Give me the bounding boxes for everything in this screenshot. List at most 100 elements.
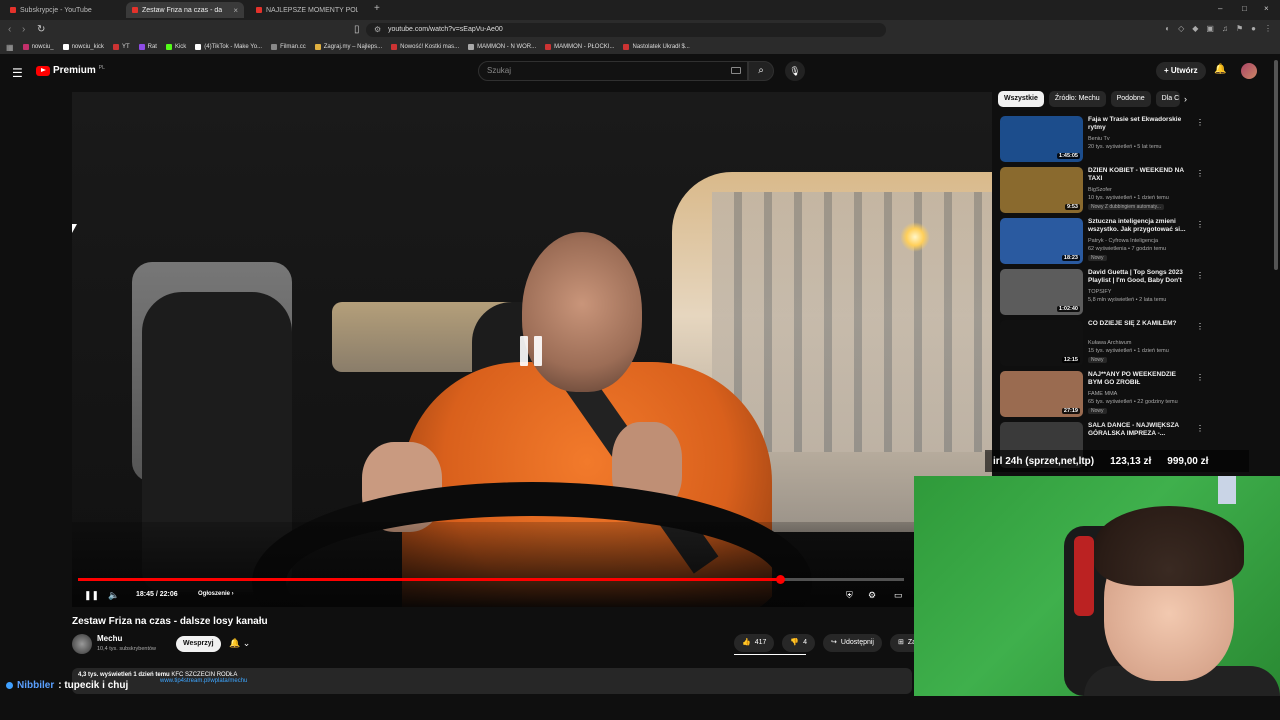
bookmark-item[interactable]: nowciu_ — [22, 44, 54, 50]
recommendation-item[interactable]: 1:02:40 David Guetta | Top Songs 2023 Pla… — [1000, 267, 1210, 318]
recommendation-title[interactable]: SALA DANCE - NAJWIĘKSZA GÓRALSKA IMPREZA… — [1088, 422, 1186, 438]
recommendation-item[interactable]: 27:19 NAJ**ANY PO WEEKENDZIE BYM GO ZROBI… — [1000, 369, 1210, 420]
voice-search-button[interactable]: 🎙 — [785, 61, 805, 81]
chip-for-you[interactable]: Dla C — [1155, 91, 1180, 107]
search-button[interactable]: ⌕ — [748, 61, 774, 81]
tab-current-video[interactable]: Zestaw Friza na czas - dalsze × — [126, 2, 244, 18]
recommendation-item[interactable]: 18:23 Sztuczna inteligencja zmieni wszyst… — [1000, 216, 1210, 267]
address-bar[interactable]: ⚙ youtube.com/watch?v=sEapVu-Ae00 — [366, 23, 886, 37]
search-input[interactable]: Szukaj — [478, 61, 748, 81]
tab-best-moments[interactable]: NAJLEPSZE MOMENTY POLSKIEGO — [250, 2, 368, 18]
bookmark-item[interactable]: Kick — [165, 44, 186, 50]
video-thumbnail[interactable]: 12:15 — [1000, 320, 1083, 366]
chip-related[interactable]: Podobne — [1110, 91, 1151, 107]
pause-overlay-icon[interactable] — [520, 336, 544, 366]
more-options-icon[interactable]: ⋮ — [1196, 424, 1204, 433]
bookmark-item[interactable]: MAMMON - PŁOCKI... — [545, 44, 614, 50]
recommendation-item[interactable]: 1:45:05 Faja w Trasie set Ekwadorskie ryt… — [1000, 114, 1210, 165]
extension-icon[interactable]: ◇ — [1178, 24, 1184, 33]
extension-icon[interactable]: ⚑ — [1236, 24, 1243, 33]
apps-icon[interactable]: ▦ — [6, 43, 14, 52]
bookmark-item[interactable]: Nowość! Kostki mas... — [391, 44, 459, 50]
recommendation-title[interactable]: Faja w Trasie set Ekwadorskie rytmy — [1088, 116, 1186, 132]
share-button[interactable]: ↪ Udostępnij — [823, 634, 882, 652]
ad-label-button[interactable]: Ogłoszenie › — [198, 591, 234, 597]
recommendation-channel[interactable]: BigSzofer — [1088, 187, 1112, 193]
recommendation-item[interactable]: 12:15 CO DZIEJE SIĘ Z KAMILEM? Kuława Arch… — [1000, 318, 1210, 369]
more-options-icon[interactable]: ⋮ — [1196, 169, 1204, 178]
bookmark-item[interactable]: Nastolatek Ukradł $... — [623, 44, 690, 50]
recommendation-channel[interactable]: Beniu Tv — [1088, 136, 1110, 142]
miniplayer-icon[interactable]: ▭ — [894, 590, 903, 601]
reload-icon[interactable]: ↻ — [37, 24, 45, 35]
bookmark-item[interactable]: Zagraj.my – Najleps... — [314, 44, 382, 50]
recommendation-channel[interactable]: Kuława Archiwum — [1088, 340, 1131, 346]
support-button[interactable]: Wesprzyj — [176, 636, 221, 652]
video-thumbnail[interactable]: 18:23 — [1000, 218, 1083, 264]
forward-icon[interactable]: › — [22, 24, 25, 35]
recommendation-title[interactable]: CO DZIEJE SIĘ Z KAMILEM? — [1088, 320, 1186, 328]
bookmark-item[interactable]: MAMMON - N WOR... — [468, 44, 536, 50]
maximize-icon[interactable]: □ — [1242, 4, 1247, 13]
more-options-icon[interactable]: ⋮ — [1196, 322, 1204, 331]
extension-icon[interactable]: ⋮ — [1264, 24, 1272, 33]
video-player[interactable]: ❚❚ 🔈 18:45 / 22:06 Ogłoszenie › ⛨ ⚙ ▭ — [72, 92, 992, 607]
extension-icon[interactable]: ◐ — [1165, 24, 1170, 33]
channel-avatar[interactable] — [72, 634, 92, 654]
chip-from-channel[interactable]: Źródło: Mechu — [1048, 91, 1106, 107]
like-button[interactable]: 👍 417 — [734, 634, 775, 652]
sponsorblock-icon[interactable]: ⛨ — [846, 590, 853, 601]
recommendation-channel[interactable]: FAME MMA — [1088, 391, 1117, 397]
recommendation-title[interactable]: David Guetta | Top Songs 2023 Playlist |… — [1088, 269, 1186, 285]
bookmark-item[interactable]: (4)TikTok - Make Yo... — [195, 44, 262, 50]
dislike-button[interactable]: 👎 4 — [782, 634, 816, 652]
description-box[interactable]: 4,3 tys. wyświetleń 1 dzień temu KFC SZC… — [72, 668, 912, 694]
chip-all[interactable]: Wszystkie — [998, 91, 1044, 107]
bookmark-item[interactable]: Filman.cc — [271, 44, 306, 50]
video-thumbnail[interactable]: 1:02:40 — [1000, 269, 1083, 315]
recommendation-channel[interactable]: Patryk - Cyfrowa Inteligencja — [1088, 238, 1158, 244]
bookmark-item[interactable]: YT — [112, 44, 130, 50]
more-options-icon[interactable]: ⋮ — [1196, 271, 1204, 280]
close-tab-icon[interactable]: × — [233, 6, 238, 15]
volume-icon[interactable]: 🔈 — [108, 590, 119, 601]
create-button[interactable]: + Utwórz — [1156, 62, 1206, 80]
bookmark-item[interactable]: nowciu_kick — [62, 44, 104, 50]
minimize-icon[interactable]: – — [1218, 4, 1222, 13]
recommendation-item[interactable]: 9:53 DZIEŃ KOBIET - WEEKEND NA TAXI BigSzo… — [1000, 165, 1210, 216]
avatar[interactable] — [1241, 63, 1257, 79]
close-window-icon[interactable]: × — [1264, 4, 1269, 13]
recommendation-title[interactable]: DZIEŃ KOBIET - WEEKEND NA TAXI — [1088, 167, 1186, 183]
more-options-icon[interactable]: ⋮ — [1196, 118, 1204, 127]
bookmark-item[interactable]: Rat — [138, 44, 157, 50]
subscription-bell-icon[interactable]: 🔔 ⌄ — [229, 638, 250, 649]
extension-icon[interactable]: ● — [1251, 24, 1256, 33]
keyboard-icon[interactable] — [731, 67, 741, 74]
progress-bar[interactable] — [78, 575, 904, 584]
notifications-icon[interactable]: 🔔 — [1214, 64, 1226, 75]
youtube-logo[interactable]: Premium PL — [36, 65, 105, 76]
pause-icon[interactable]: ❚❚ — [84, 590, 99, 601]
site-info-icon[interactable]: ⚙ — [374, 23, 381, 37]
channel-name[interactable]: Mechu — [97, 634, 122, 643]
more-options-icon[interactable]: ⋮ — [1196, 373, 1204, 382]
new-tab-icon[interactable]: + — [374, 3, 380, 14]
recommendation-title[interactable]: Sztuczna inteligencja zmieni wszystko. J… — [1088, 218, 1186, 234]
more-options-icon[interactable]: ⋮ — [1196, 220, 1204, 229]
tab-subscriptions[interactable]: Subskrypcje - YouTube — [4, 2, 120, 18]
bookmark-icon[interactable]: ▯ — [354, 24, 360, 35]
extension-icon[interactable]: ◆ — [1192, 24, 1198, 33]
chevron-right-icon[interactable]: › — [1184, 94, 1187, 104]
back-icon[interactable]: ‹ — [8, 24, 11, 35]
video-thumbnail[interactable]: 27:19 — [1000, 371, 1083, 417]
description-link[interactable]: www.tip4stream.pl/wplata/mechu — [160, 678, 247, 684]
menu-icon[interactable]: ☰ — [12, 66, 23, 80]
settings-icon[interactable]: ⚙ — [868, 590, 876, 601]
page-scrollbar[interactable] — [1274, 60, 1278, 270]
extension-icon[interactable]: ▣ — [1206, 24, 1214, 33]
recommendation-title[interactable]: NAJ**ANY PO WEEKENDZIE BYM GO ZROBIŁ — [1088, 371, 1186, 387]
recommendation-channel[interactable]: TOPSIFY — [1088, 289, 1111, 295]
video-thumbnail[interactable]: 9:53 — [1000, 167, 1083, 213]
video-thumbnail[interactable]: 1:45:05 — [1000, 116, 1083, 162]
extension-icon[interactable]: ♫ — [1222, 24, 1228, 33]
